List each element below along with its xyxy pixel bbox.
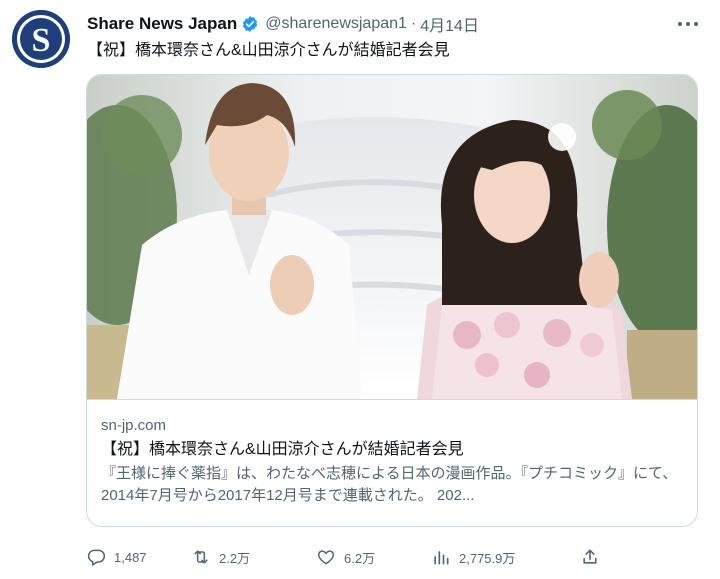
display-name[interactable]: Share News Japan: [87, 14, 237, 34]
card-domain: sn-jp.com: [101, 417, 167, 434]
avatar-letter: S: [32, 22, 51, 59]
avatar[interactable]: S: [12, 10, 70, 68]
handle[interactable]: @sharenewsjapan1: [265, 15, 407, 33]
repost-button[interactable]: 2.2万: [191, 544, 250, 570]
separator-dot: ·: [410, 15, 417, 32]
views-count: 2,775.9万: [459, 550, 516, 566]
tweet-date[interactable]: 4月14日: [420, 12, 479, 36]
views-button[interactable]: 2,775.9万: [431, 544, 515, 570]
share-icon: [583, 549, 597, 564]
reply-button[interactable]: 1,487: [86, 544, 147, 570]
share-button[interactable]: [580, 544, 600, 570]
more-icon[interactable]: [670, 10, 706, 38]
views-icon: [434, 551, 449, 565]
card-description: 『王様に捧ぐ薬指』は、わたなべ志穂による日本の漫画作品。『プチコミック』にて、2…: [101, 465, 678, 504]
tweet: S Share News Japan @sharenewsjapan1 · 4月…: [0, 0, 720, 579]
reply-icon: [87, 549, 106, 566]
tweet-header: Share News Japan @sharenewsjapan1 · 4月14…: [87, 12, 479, 36]
tweet-text: 【祝】橋本環奈さん&山田涼介さんが結婚記者会見: [87, 42, 450, 59]
link-card[interactable]: sn-jp.com 【祝】橋本環奈さん&山田涼介さんが結婚記者会見 『王様に捧ぐ…: [86, 74, 698, 527]
repost-count: 2.2万: [219, 550, 251, 566]
like-count: 6.2万: [344, 550, 376, 566]
like-button[interactable]: 6.2万: [316, 544, 375, 570]
card-image[interactable]: [87, 75, 697, 399]
action-bar: 1,487 2.2万 6.2万 2,775.9万: [86, 544, 606, 570]
card-meta[interactable]: sn-jp.com 【祝】橋本環奈さん&山田涼介さんが結婚記者会見 『王様に捧ぐ…: [87, 399, 697, 526]
reply-count: 1,487: [114, 549, 147, 565]
heart-icon: [317, 550, 335, 565]
repost-icon: [194, 550, 208, 564]
card-title: 【祝】橋本環奈さん&山田涼介さんが結婚記者会見: [101, 441, 464, 458]
verified-badge-icon: [241, 15, 259, 33]
